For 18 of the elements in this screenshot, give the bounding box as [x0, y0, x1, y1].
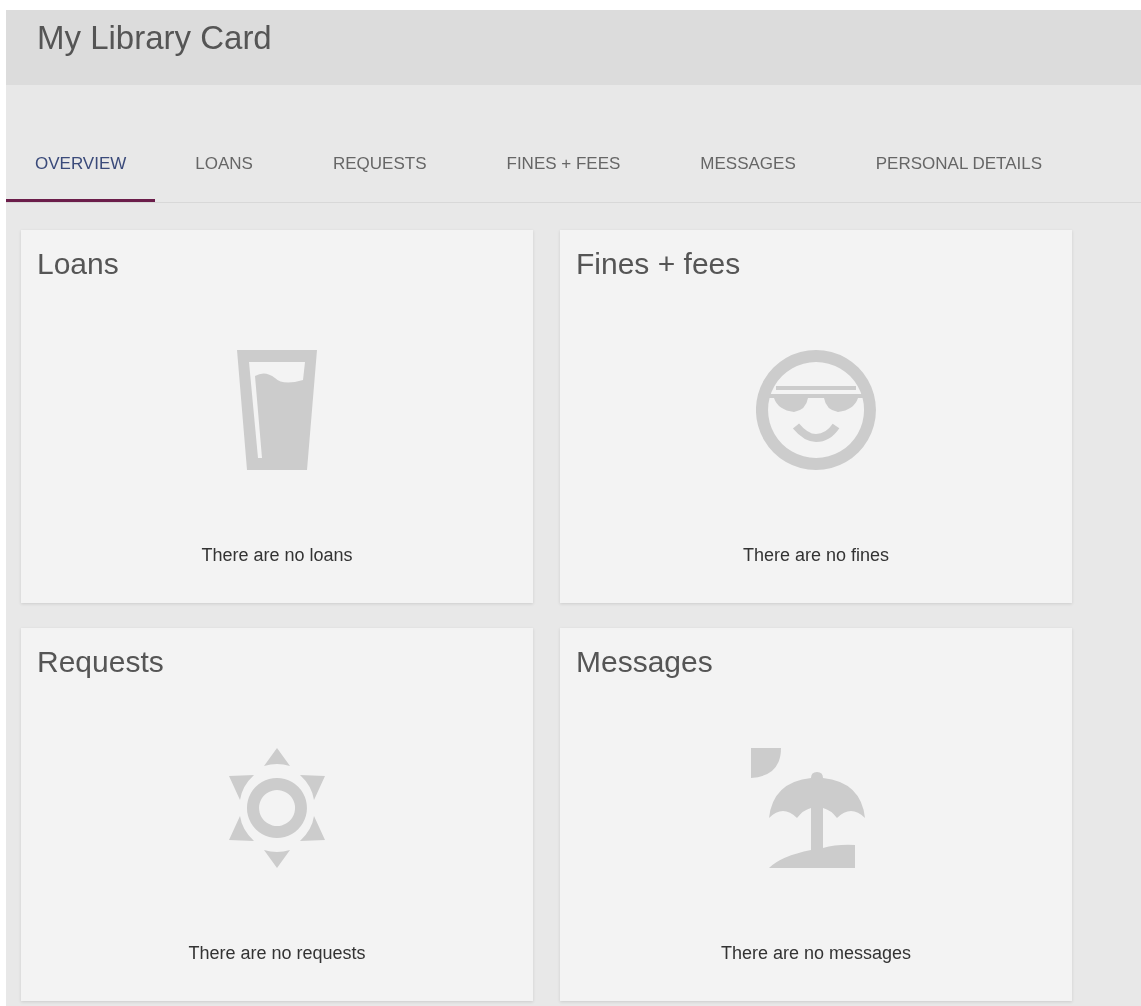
- tab[interactable]: MESSAGES: [660, 126, 836, 202]
- card-title: Fines + fees: [576, 246, 741, 282]
- tab[interactable]: PERSONAL DETAILS: [835, 126, 1083, 202]
- page-title: My Library Card: [37, 18, 272, 58]
- tab[interactable]: FINES + FEES: [466, 126, 661, 202]
- tab[interactable]: LOANS: [155, 126, 293, 202]
- sun-icon: [229, 748, 325, 868]
- tab[interactable]: OVERVIEW: [6, 126, 156, 202]
- sunglasses-face-icon: [756, 350, 876, 470]
- card-title: Requests: [37, 644, 164, 680]
- tab[interactable]: REQUESTS: [292, 126, 467, 202]
- card-title: Loans: [37, 246, 119, 282]
- glass-icon: [237, 350, 317, 470]
- empty-message: There are no messages: [720, 942, 912, 965]
- empty-message: There are no requests: [188, 942, 366, 965]
- card-title: Messages: [576, 644, 713, 680]
- empty-message: There are no loans: [201, 544, 353, 567]
- empty-message: There are no fines: [742, 544, 890, 567]
